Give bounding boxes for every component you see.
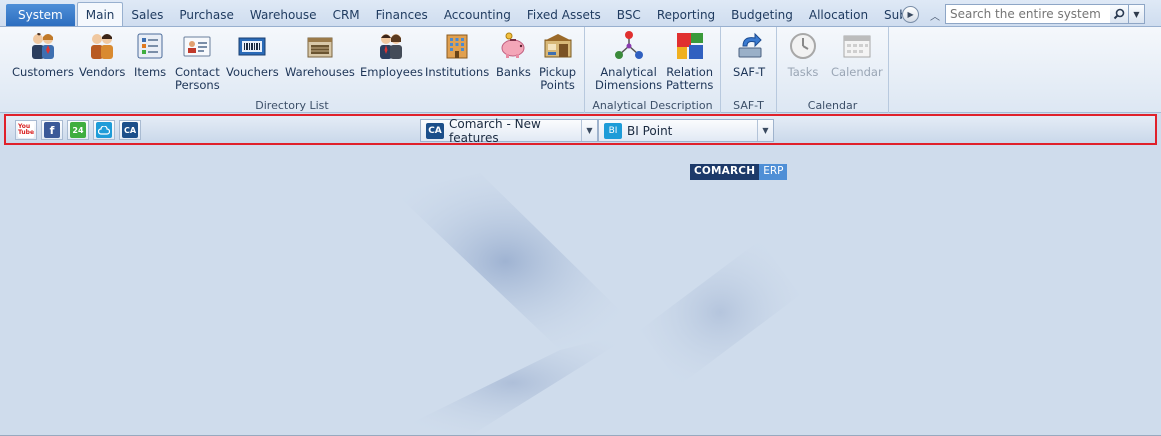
tab-warehouse[interactable]: Warehouse — [242, 4, 325, 26]
analytical-dimensions-button[interactable]: Analytical Dimensions — [595, 30, 662, 92]
customers-icon — [31, 33, 54, 59]
group-label-analytical-description: Analytical Description — [592, 99, 713, 112]
saft-label: SAF-T — [733, 65, 766, 79]
banks-button[interactable]: Banks — [496, 30, 531, 79]
tab-accounting[interactable]: Accounting — [436, 4, 519, 26]
group-calendar: Tasks Calendar Calendar — [777, 27, 889, 113]
vouchers-label: Vouchers — [226, 65, 279, 79]
contact-card-icon — [183, 36, 211, 57]
items-button[interactable]: Items — [134, 30, 166, 79]
relation-patterns-icon — [676, 33, 703, 59]
items-label: Items — [134, 65, 167, 79]
saft-export-icon — [738, 32, 762, 58]
tab-bsc[interactable]: BSC — [609, 4, 649, 26]
banks-label: Banks — [496, 65, 531, 79]
tab-budgeting[interactable]: Budgeting — [723, 4, 801, 26]
vendors-icon — [91, 34, 114, 59]
employees-button[interactable]: Employees — [360, 30, 423, 79]
saft-button[interactable]: SAF-T — [733, 30, 765, 79]
calendar-icon — [843, 35, 871, 58]
tab-finances[interactable]: Finances — [368, 4, 436, 26]
calendar-label: Calendar — [831, 65, 883, 79]
search-button[interactable] — [1110, 4, 1129, 24]
pickup-point-icon — [543, 34, 572, 58]
comarch24-button[interactable]: 24 — [67, 120, 89, 140]
ribbon: Customers Vendors Items Contact Persons … — [0, 26, 1161, 113]
tab-system[interactable]: System — [6, 4, 75, 26]
ca-button[interactable]: CA — [119, 120, 141, 140]
cloud-icon — [96, 122, 112, 138]
warehouses-label: Warehouses — [285, 65, 355, 79]
customers-label: Customers — [12, 65, 74, 79]
background-chevron-graphic — [387, 173, 800, 435]
institution-building-icon — [446, 34, 468, 59]
pickup-points-label: Pickup Points — [539, 65, 577, 92]
institutions-label: Institutions — [425, 65, 490, 79]
group-label-calendar: Calendar — [807, 99, 858, 112]
analytical-dimensions-label: Analytical Dimensions — [595, 65, 663, 92]
group-analytical-description: Analytical Dimensions Relation Patterns … — [585, 27, 721, 113]
relation-patterns-label: Relation Patterns — [666, 65, 714, 92]
piggy-bank-icon — [501, 32, 525, 58]
clock-icon — [790, 33, 816, 59]
chevron-down-icon[interactable]: ▼ — [757, 120, 773, 141]
tab-sub[interactable]: Sub — [876, 4, 902, 26]
youtube-button[interactable]: You Tube — [15, 120, 37, 140]
collapse-ribbon-icon[interactable]: ︿ — [926, 4, 944, 26]
customers-button[interactable]: Customers — [12, 30, 74, 79]
search-icon — [1113, 8, 1125, 20]
comarch-news-combo[interactable]: CA Comarch - New features ▼ — [420, 116, 598, 145]
tab-reporting[interactable]: Reporting — [649, 4, 723, 26]
voucher-icon — [238, 37, 266, 56]
comarch-erp-logo: COMARCH ERP — [690, 164, 788, 180]
institutions-button[interactable]: Institutions — [425, 30, 489, 79]
facebook-button[interactable]: f — [41, 120, 63, 140]
tab-purchase[interactable]: Purchase — [171, 4, 242, 26]
search-options-dropdown[interactable]: ▼ — [1129, 4, 1145, 24]
cloud-button[interactable] — [93, 120, 115, 140]
quick-access-toolbar: You Tube f 24 CA CA Comarch - New featur… — [4, 114, 1157, 145]
tab-sales[interactable]: Sales — [123, 4, 171, 26]
group-label-directory-list: Directory List — [255, 99, 329, 112]
analytical-dimensions-icon — [614, 31, 643, 59]
group-directory-list: Customers Vendors Items Contact Persons … — [0, 27, 585, 113]
tab-allocation[interactable]: Allocation — [801, 4, 876, 26]
ca-badge-icon: CA — [426, 122, 444, 139]
tab-scroll-right-icon[interactable]: ▶ — [902, 6, 920, 23]
comarch24-icon: 24 — [70, 122, 86, 138]
bi-point-combo[interactable]: BI BI Point ▼ — [598, 119, 774, 142]
chevron-down-icon: ▼ — [1133, 9, 1140, 19]
warehouses-button[interactable]: Warehouses — [285, 30, 355, 79]
desktop-background: COMARCH ERP — [0, 145, 1161, 436]
employees-icon — [380, 34, 403, 59]
vendors-label: Vendors — [79, 65, 126, 79]
contact-persons-label: Contact Persons — [175, 65, 220, 92]
bi-badge-icon: BI — [604, 122, 622, 139]
tasks-button[interactable]: Tasks — [787, 30, 819, 79]
vendors-button[interactable]: Vendors — [79, 30, 125, 79]
tab-fixed-assets[interactable]: Fixed Assets — [519, 4, 609, 26]
group-saft: SAF-T SAF-T — [721, 27, 777, 113]
search-input[interactable] — [945, 4, 1111, 24]
group-label-saft: SAF-T — [733, 99, 764, 112]
warehouse-icon — [307, 37, 333, 58]
chevron-down-icon[interactable]: ▼ — [581, 120, 597, 141]
youtube-icon: You Tube — [17, 122, 35, 138]
employees-label: Employees — [360, 65, 423, 79]
items-icon — [137, 33, 163, 59]
vouchers-button[interactable]: Vouchers — [226, 30, 279, 79]
tab-main[interactable]: Main — [76, 2, 124, 26]
pickup-points-button[interactable]: Pickup Points — [539, 30, 576, 92]
relation-patterns-button[interactable]: Relation Patterns — [666, 30, 713, 92]
facebook-icon: f — [44, 122, 60, 138]
comarch-news-combo-text: Comarch - New features — [449, 116, 541, 145]
contact-persons-button[interactable]: Contact Persons — [175, 30, 220, 92]
tab-crm[interactable]: CRM — [325, 4, 368, 26]
calendar-button[interactable]: Calendar — [831, 30, 883, 79]
bi-point-combo-text: BI Point — [627, 123, 673, 138]
tasks-label: Tasks — [787, 65, 819, 79]
ca-icon: CA — [122, 122, 138, 138]
